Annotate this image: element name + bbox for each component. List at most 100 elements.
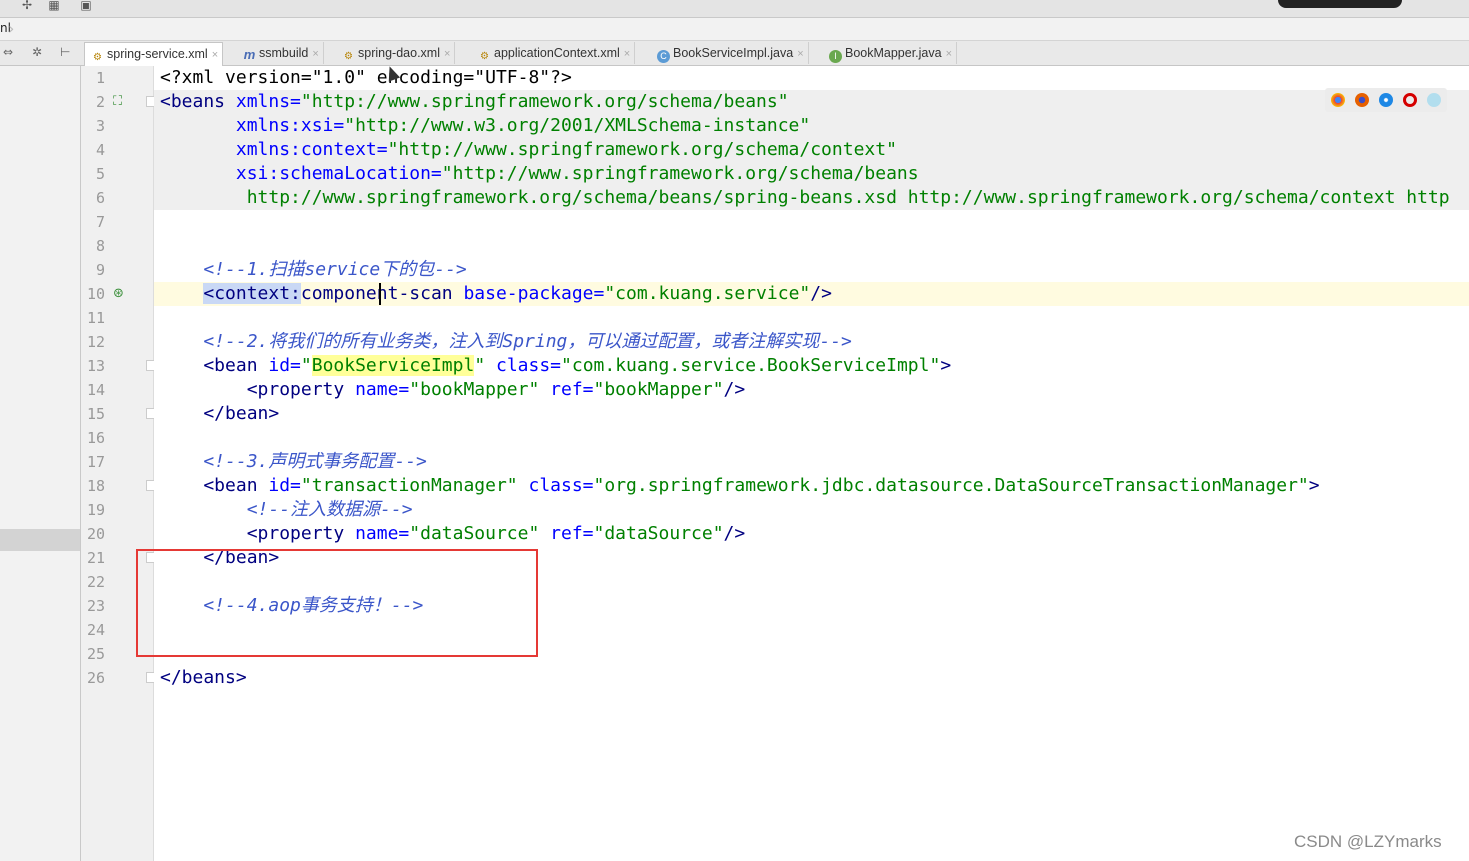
close-icon[interactable]: × [312, 48, 318, 60]
tag: <bean [160, 355, 258, 376]
code-line-5: xsi:schemaLocation="http://www.springfra… [160, 162, 1469, 186]
tag: component-scan [300, 283, 453, 304]
code-line-12: <!--2.将我们的所有业务类，注入到Spring，可以通过配置，或者注解实现-… [160, 330, 1469, 354]
code-line-20: <property name="dataSource" ref="dataSou… [160, 522, 1469, 546]
attribute-value: "bookMapper" [409, 379, 540, 400]
class-icon: C [657, 50, 670, 63]
attribute-value: "http://www.springframework.org/schema/b… [300, 91, 789, 112]
module-icon: m [243, 47, 256, 62]
tag: <property [160, 523, 345, 544]
line-number: 13 [86, 357, 105, 375]
project-tool-strip: ⇔ ✲ ⊢ [0, 41, 80, 65]
line-number: 22 [86, 573, 105, 591]
watermark: CSDN @LZYmarks [1294, 832, 1442, 851]
breadcrumb-chevron-icon: › [8, 19, 15, 38]
chrome-icon[interactable] [1331, 93, 1345, 107]
attribute: id= [257, 355, 301, 376]
close-icon[interactable]: × [212, 49, 218, 61]
attribute: class= [517, 475, 594, 496]
ie-icon[interactable] [1427, 93, 1441, 107]
tab-ssmbuild[interactable]: m ssmbuild × [237, 42, 324, 64]
line-number: 1 [95, 69, 105, 87]
line-number: 23 [86, 597, 105, 615]
line-number: 5 [95, 165, 105, 183]
close-icon[interactable]: × [444, 48, 450, 60]
collapse-icon[interactable]: ⇔ [3, 45, 13, 59]
code-line-10: <context:component-scan base-package="co… [160, 282, 1469, 306]
comment: <!--3.声明式事务配置--> [160, 451, 427, 472]
attribute: ref= [539, 523, 594, 544]
code-line-14: <property name="bookMapper" ref="bookMap… [160, 378, 1469, 402]
firefox-icon[interactable] [1355, 93, 1369, 107]
gear-icon[interactable]: ✲ [32, 45, 42, 59]
tag-end: /> [723, 379, 746, 400]
spring-scan-gutter-icon[interactable]: ⊛ [113, 287, 124, 301]
tag-end: /> [810, 283, 832, 304]
tab-spring-dao-xml[interactable]: ⚙ spring-dao.xml × [336, 42, 456, 64]
spring-bean-gutter-icon[interactable]: ⛶ [113, 95, 122, 109]
code-line-26: </beans> [160, 666, 1469, 690]
attribute: xsi:schemaLocation= [160, 163, 442, 184]
line-number: 17 [86, 453, 105, 471]
line-number: 25 [86, 645, 105, 663]
tag-end: /> [723, 523, 746, 544]
line-number: 9 [95, 261, 105, 279]
xml-declaration: <?xml version="1.0" encoding="UTF-8"?> [160, 67, 572, 88]
line-number: 15 [86, 405, 105, 423]
code-line-4: xmlns:context="http://www.springframewor… [160, 138, 1469, 162]
attribute-value: "http://www.w3.org/2001/XMLSchema-instan… [344, 115, 811, 136]
project-structure-icon[interactable]: ▦ [47, 0, 61, 12]
code-editor[interactable]: <?xml version="1.0" encoding="UTF-8"?> <… [154, 66, 1469, 861]
tag: <property [160, 379, 345, 400]
editor-tab-bar: ⇔ ✲ ⊢ ⚙ spring-service.xml × m ssmbuild × ⚙ s… [0, 41, 1469, 66]
project-panel[interactable] [0, 66, 81, 861]
line-number: 19 [86, 501, 105, 519]
hide-panel-icon[interactable]: ⊢ [60, 45, 70, 59]
tab-label: BookMapper.java [845, 46, 942, 60]
attribute-value: "http://www.springframework.org/schema/c… [387, 139, 897, 160]
attribute-value: "bookMapper" [593, 379, 724, 400]
selected-row[interactable] [0, 529, 80, 551]
code-line-19: <!--注入数据源--> [160, 498, 1469, 522]
tab-label: ssmbuild [259, 46, 309, 60]
xml-file-icon: ⚙ [344, 51, 353, 62]
save-icon[interactable]: ▣ [79, 0, 93, 12]
attribute-value: "http://www.springframework.org/schema/b… [441, 163, 919, 184]
attribute: class= [485, 355, 562, 376]
line-number: 8 [95, 237, 105, 255]
safari-icon[interactable] [1379, 93, 1393, 107]
attribute-value: "dataSource" [593, 523, 724, 544]
attribute: name= [344, 523, 410, 544]
attribute-value: "org.springframework.jdbc.datasource.Dat… [593, 475, 1309, 496]
close-icon[interactable]: × [624, 48, 630, 60]
quote: " [300, 355, 312, 376]
tab-bookmapper-java[interactable]: I BookMapper.java × [823, 42, 958, 64]
line-number: 21 [86, 549, 105, 567]
structure-icon[interactable]: ✢ [20, 0, 34, 12]
xml-file-icon: ⚙ [480, 51, 489, 62]
line-number: 12 [86, 333, 105, 351]
attribute-value: http://www.springframework.org/schema/be… [160, 187, 1450, 208]
line-number: 2 [95, 93, 105, 111]
line-number: 11 [86, 309, 105, 327]
tab-bookserviceimpl-java[interactable]: C BookServiceImpl.java × [651, 42, 809, 64]
tab-spring-service-xml[interactable]: ⚙ spring-service.xml × [84, 42, 224, 66]
tab-label: spring-dao.xml [358, 46, 440, 60]
close-icon[interactable]: × [797, 48, 803, 60]
webcam-overlay [1278, 0, 1402, 8]
xml-file-icon: ⚙ [93, 52, 102, 63]
comment: <!--2.将我们的所有业务类，注入到Spring，可以通过配置，或者注解实现-… [160, 331, 852, 352]
attribute: xmlns:xsi= [160, 115, 345, 136]
tab-applicationcontext-xml[interactable]: ⚙ applicationContext.xml × [472, 42, 636, 64]
attribute: id= [257, 475, 301, 496]
close-icon[interactable]: × [946, 48, 952, 60]
line-number: 14 [86, 381, 105, 399]
line-number: 6 [95, 189, 105, 207]
code-line-6: http://www.springframework.org/schema/be… [160, 186, 1469, 210]
code-line-2: <beans xmlns="http://www.springframework… [160, 90, 1469, 114]
opera-icon[interactable] [1403, 93, 1417, 107]
bean-id-value: BookServiceImpl [311, 355, 475, 376]
interface-icon: I [829, 50, 842, 63]
attribute: base-package= [452, 283, 605, 304]
